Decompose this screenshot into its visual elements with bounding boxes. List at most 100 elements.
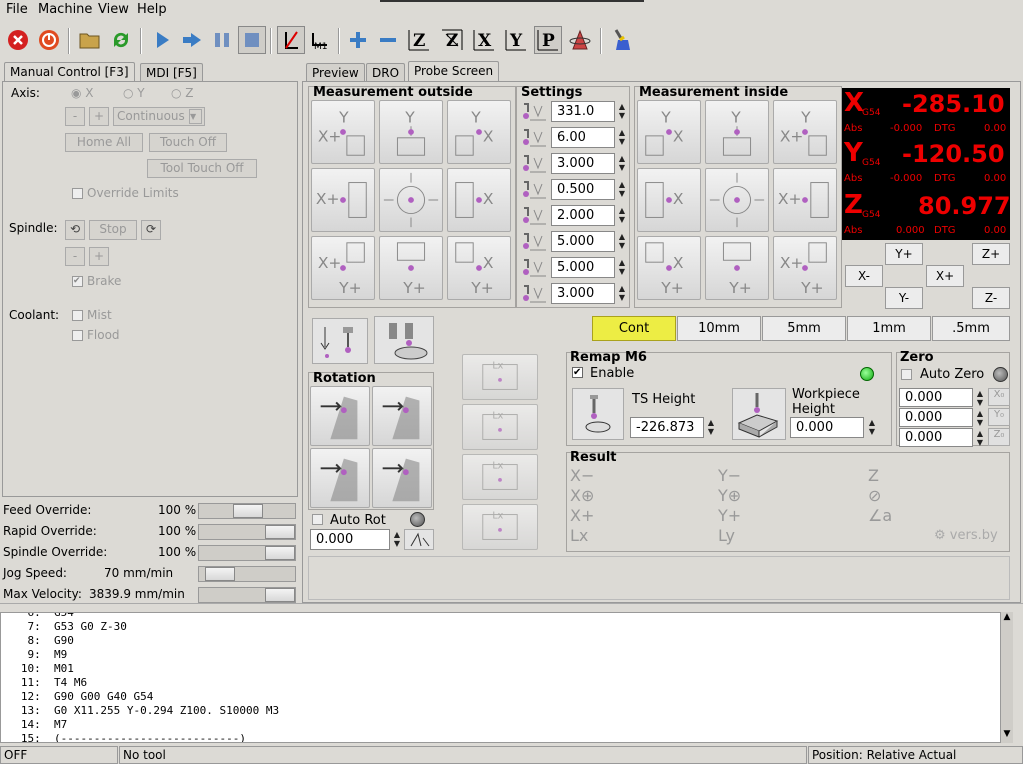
probe-inside-xminus-ybottom-button[interactable]: X+ Y+ — [773, 236, 837, 300]
stop-icon[interactable] — [238, 26, 266, 54]
jog-y-minus-button[interactable]: Y- — [885, 287, 923, 309]
slider-knob[interactable] — [265, 546, 295, 560]
max-travel-field[interactable]: 2.000 — [551, 205, 615, 226]
jog-minus-button[interactable]: - — [65, 107, 85, 126]
open-folder-icon[interactable] — [76, 26, 104, 54]
reload-icon[interactable] — [107, 26, 135, 54]
slider-knob[interactable] — [265, 588, 295, 602]
rotate-view-icon[interactable] — [566, 26, 594, 54]
run-icon[interactable] — [148, 26, 176, 54]
rotate-apply-icon[interactable] — [404, 529, 434, 550]
spindle-plus-button[interactable]: + — [89, 247, 109, 266]
menu-machine[interactable]: Machine — [38, 2, 92, 17]
jog-x-minus-button[interactable]: X- — [845, 265, 883, 287]
tab-probe-screen[interactable]: Probe Screen — [408, 61, 500, 82]
probe-inside-xplus-button[interactable]: X — [637, 168, 701, 232]
jog-speed-slider[interactable] — [198, 566, 296, 582]
zero-x-field[interactable]: 0.000 — [899, 388, 973, 407]
probe-inside-ybottom-button[interactable]: Y+ — [705, 236, 769, 300]
probe-outside-xplus-ybottom-button[interactable]: X+ Y+ — [311, 236, 375, 300]
pause-icon[interactable] — [208, 26, 236, 54]
view-z2-icon[interactable]: Z — [438, 26, 466, 54]
tool-measure-button[interactable] — [374, 316, 434, 364]
tab-manual-control[interactable]: Manual Control [F3] — [4, 62, 135, 83]
view-z-icon[interactable]: Z — [405, 26, 433, 54]
gcode-line[interactable]: 14: M7 — [1, 718, 1012, 732]
latch-return-spinner[interactable]: ▲ ▼ — [617, 180, 627, 198]
step-10mm-button[interactable]: 10mm — [677, 316, 761, 341]
probe-outside-xplus-ytop-button[interactable]: X+ Y — [311, 100, 375, 164]
view-x-icon[interactable]: X — [470, 26, 498, 54]
spin-arrows-icon[interactable]: ▲ ▼ — [706, 418, 716, 436]
workpiece-measure-button[interactable] — [732, 388, 786, 440]
length-x-inside-button[interactable]: Lx — [462, 504, 538, 550]
probe-outside-xminus-ytop-button[interactable]: XY — [447, 100, 511, 164]
spindle-cw-icon[interactable]: ⟳ — [141, 220, 161, 240]
ts-height-field[interactable]: -226.873 — [630, 417, 704, 438]
length-y-inside-button[interactable]: Lx — [462, 454, 538, 500]
step-05mm-button[interactable]: .5mm — [932, 316, 1010, 341]
jog-x-plus-button[interactable]: X+ — [926, 265, 964, 287]
zero-x-spinner[interactable]: ▲ ▼ — [975, 389, 985, 407]
axis-y-radio[interactable]: ○ Y — [123, 86, 145, 100]
auto-zero-checkbox[interactable] — [901, 369, 912, 380]
spindle-override-slider[interactable] — [198, 545, 296, 561]
zero-y-field[interactable]: 0.000 — [899, 408, 973, 427]
menu-file[interactable]: File — [6, 2, 28, 17]
estop-icon[interactable] — [4, 26, 32, 54]
probe-diameter-field[interactable]: 3.000 — [551, 153, 615, 174]
jog-z-plus-button[interactable]: Z+ — [972, 243, 1010, 265]
workpiece-height-field[interactable]: 0.000 — [790, 417, 864, 438]
rotation-yminus-button[interactable] — [372, 386, 432, 446]
probe-outside-ybottom-button[interactable]: Y+ — [379, 236, 443, 300]
zero-y-spinner[interactable]: ▲ ▼ — [975, 409, 985, 427]
xy-clearance-spinner[interactable]: ▲ ▼ — [617, 232, 627, 250]
probe-inside-xminus-button[interactable]: X+ — [773, 168, 837, 232]
flood-checkbox[interactable] — [72, 330, 83, 341]
view-y-icon[interactable]: Y — [502, 26, 530, 54]
slider-knob[interactable] — [205, 567, 235, 581]
zero-x-set-button[interactable]: X₀ — [988, 388, 1010, 406]
step-icon[interactable] — [178, 26, 206, 54]
tool-touch-off-button[interactable]: Tool Touch Off — [147, 159, 257, 178]
probe-inside-ytop-button[interactable]: Y — [705, 100, 769, 164]
mist-checkbox[interactable] — [72, 310, 83, 321]
length-x-outside-button[interactable]: Lx — [462, 354, 538, 400]
clear-plot-icon[interactable] — [608, 26, 636, 54]
gcode-line[interactable]: 6: G54 — [1, 613, 1012, 620]
jog-y-plus-button[interactable]: Y+ — [885, 243, 923, 265]
scroll-down-icon[interactable]: ▼ — [1001, 729, 1013, 743]
feed-override-slider[interactable] — [198, 503, 296, 519]
probe-outside-xplus-button[interactable]: X+ — [311, 168, 375, 232]
gcode-line[interactable]: 11: T4 M6 — [1, 676, 1012, 690]
step-5mm-button[interactable]: 5mm — [762, 316, 846, 341]
step-cont-button[interactable]: Cont — [592, 316, 676, 341]
tab-dro[interactable]: DRO — [366, 63, 406, 82]
edge-length-field[interactable]: 5.000 — [551, 257, 615, 278]
rotation-xplus-button[interactable] — [310, 386, 370, 446]
max-travel-spinner[interactable]: ▲ ▼ — [617, 206, 627, 224]
probe-inside-xplus-ybottom-button[interactable]: X Y+ — [637, 236, 701, 300]
gcode-scrollbar[interactable]: ▲ ▼ — [1000, 612, 1013, 743]
probe-outside-ytop-button[interactable]: Y — [379, 100, 443, 164]
gcode-line[interactable]: 12: G90 G00 G40 G54 — [1, 690, 1012, 704]
enable-checkbox[interactable]: ✔ — [572, 367, 583, 378]
zero-z-set-button[interactable]: Z₀ — [988, 428, 1010, 446]
zero-z-spinner[interactable]: ▲ ▼ — [975, 429, 985, 447]
spindle-ccw-icon[interactable]: ⟲ — [65, 220, 85, 240]
axis-x-radio[interactable]: ◉ X — [71, 86, 94, 100]
probe-outside-center-button[interactable] — [379, 168, 443, 232]
max-velocity-slider[interactable] — [198, 587, 296, 603]
menu-help[interactable]: Help — [137, 2, 167, 17]
probe-velocity-field[interactable]: 6.00 — [551, 127, 615, 148]
edge-length-spinner[interactable]: ▲ ▼ — [617, 258, 627, 276]
gcode-line[interactable]: 8: G90 — [1, 634, 1012, 648]
rotation-yplus-button[interactable] — [310, 448, 370, 508]
ts-measure-button[interactable] — [572, 388, 624, 440]
gcode-line[interactable]: 7: G53 G0 Z-30 — [1, 620, 1012, 634]
zero-z-field[interactable]: 0.000 — [899, 428, 973, 447]
slider-knob[interactable] — [233, 504, 263, 518]
brake-checkbox[interactable]: ✔ — [72, 276, 83, 287]
spin-arrows-icon[interactable]: ▲ ▼ — [867, 418, 877, 436]
pane-separator[interactable] — [0, 603, 1023, 611]
